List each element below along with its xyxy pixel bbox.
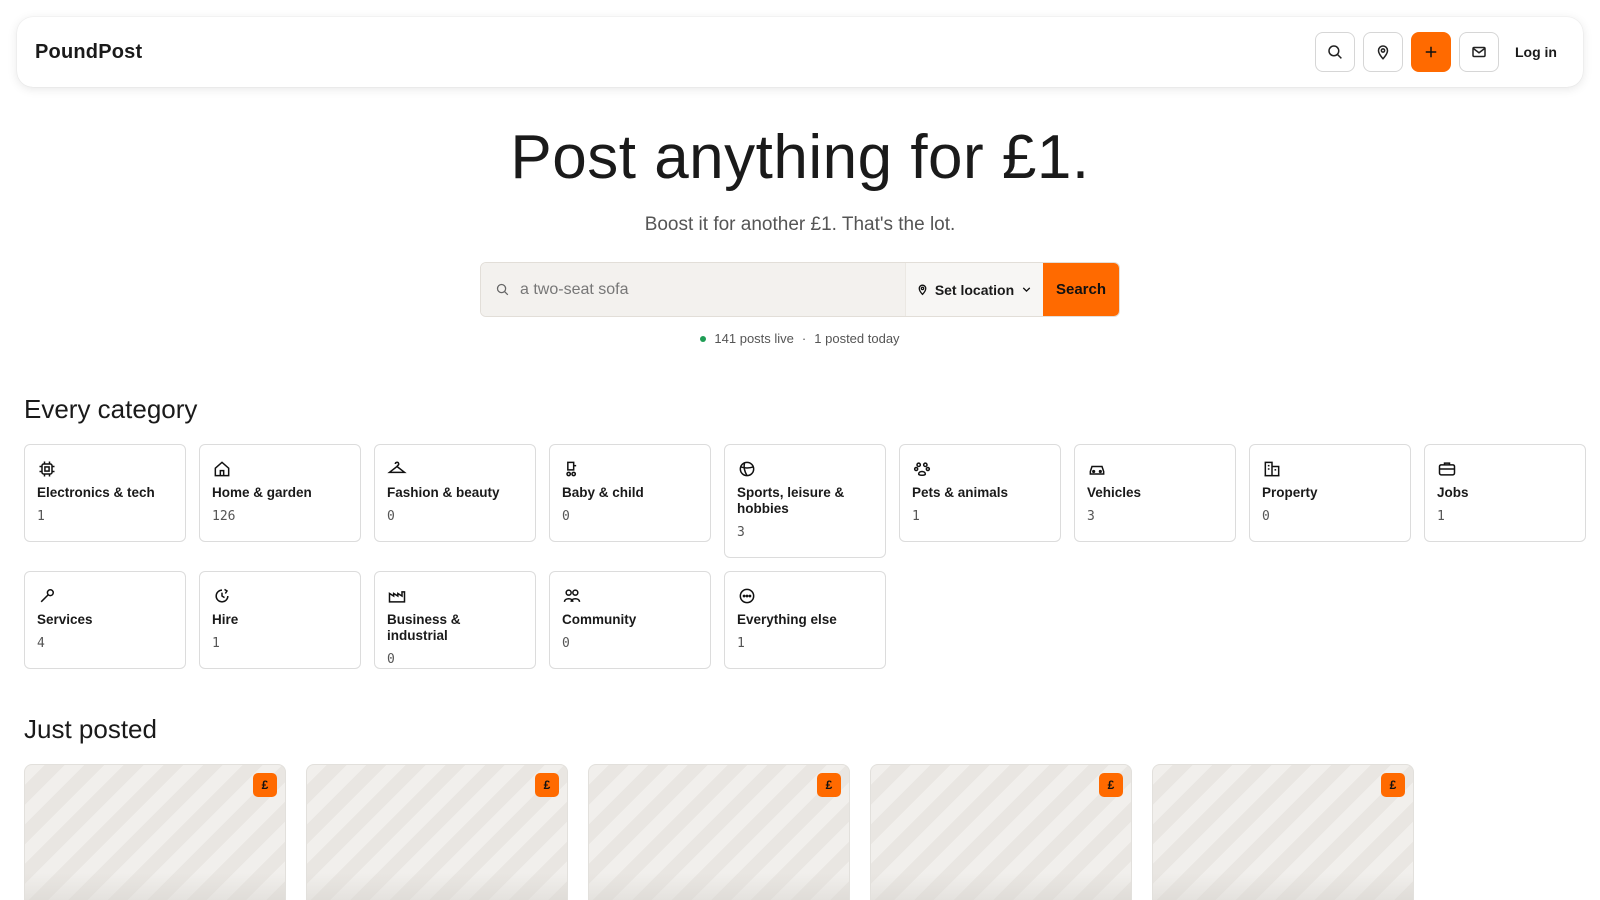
pound-badge: £ <box>535 773 559 797</box>
header-nav: Log in <box>1315 32 1565 72</box>
category-count: 0 <box>1262 509 1270 524</box>
category-name: Fashion & beauty <box>387 485 500 500</box>
category-name: Community <box>562 612 637 627</box>
hero-title: Post anything for £1. <box>510 123 1090 192</box>
messages-button[interactable] <box>1459 32 1499 72</box>
ball-icon <box>739 461 755 477</box>
category-property[interactable]: Property 0 <box>1249 444 1411 542</box>
new-post-button[interactable] <box>1411 32 1451 72</box>
login-link[interactable]: Log in <box>1515 44 1557 60</box>
post-card[interactable]: £ <box>870 764 1132 900</box>
category-count: 0 <box>562 636 570 651</box>
location-button[interactable] <box>1363 32 1403 72</box>
pound-badge: £ <box>1381 773 1405 797</box>
category-jobs[interactable]: Jobs 1 <box>1424 444 1586 542</box>
factory-icon <box>388 591 406 603</box>
search-input[interactable]: a two-seat sofa <box>481 263 905 316</box>
category-count: 0 <box>387 509 395 524</box>
category-count: 0 <box>562 509 570 524</box>
category-community[interactable]: Community 0 <box>549 571 711 669</box>
category-name: Business & industrial <box>387 612 461 643</box>
category-name: Home & garden <box>212 485 312 500</box>
category-home-garden[interactable]: Home & garden 126 <box>199 444 361 542</box>
search-submit-button[interactable]: Search <box>1043 263 1119 316</box>
search-icon <box>496 283 509 296</box>
category-everything-else[interactable]: Everything else 1 <box>724 571 886 669</box>
briefcase-icon <box>1438 462 1456 476</box>
pound-badge: £ <box>1099 773 1123 797</box>
top-bar: PoundPost Log in <box>17 17 1583 87</box>
chevron-down-icon <box>1022 287 1031 293</box>
category-count: 4 <box>37 636 45 651</box>
category-vehicles[interactable]: Vehicles 3 <box>1074 444 1236 542</box>
live-stats: 141 posts live · 1 posted today <box>0 331 1600 346</box>
categories-title: Every category <box>24 394 198 424</box>
category-count: 0 <box>387 652 395 667</box>
category-name: Sports, leisure & hobbies <box>737 485 845 516</box>
hero-subtitle: Boost it for another £1. That's the lot. <box>644 214 956 235</box>
category-count: 1 <box>1437 509 1445 524</box>
category-count: 1 <box>37 509 45 524</box>
map-pin-icon <box>1377 45 1389 60</box>
search-bar: a two-seat sofa Set location Search <box>480 262 1120 317</box>
category-services[interactable]: Services 4 <box>24 571 186 669</box>
search-button[interactable] <box>1315 32 1355 72</box>
house-icon <box>214 461 230 477</box>
category-name: Pets & animals <box>912 485 1009 500</box>
pound-badge: £ <box>817 773 841 797</box>
category-hire[interactable]: Hire 1 <box>199 571 361 669</box>
category-baby-child[interactable]: Baby & child 0 <box>549 444 711 542</box>
hanger-icon <box>387 461 407 474</box>
people-icon <box>563 589 581 603</box>
category-name: Everything else <box>737 612 837 627</box>
category-sports-leisure-hobbies[interactable]: Sports, leisure & hobbies 3 <box>724 444 886 558</box>
category-count: 1 <box>912 509 920 524</box>
category-count: 3 <box>1087 509 1095 524</box>
category-name: Services <box>37 612 93 627</box>
mail-icon <box>1472 46 1486 58</box>
chip-icon <box>39 461 55 477</box>
category-name: Jobs <box>1437 485 1469 500</box>
set-location-label: Set location <box>934 281 1015 298</box>
just-posted-title: Just posted <box>24 714 157 744</box>
ellipsis-icon <box>739 588 755 604</box>
car-icon <box>1089 465 1105 475</box>
category-name: Hire <box>212 612 239 627</box>
category-count: 3 <box>737 525 745 540</box>
category-name: Property <box>1262 485 1318 500</box>
search-placeholder: a two-seat sofa <box>520 280 629 298</box>
category-name: Electronics & tech <box>37 485 155 500</box>
paw-icon <box>913 462 931 476</box>
live-dot-icon <box>700 335 707 342</box>
category-name: Baby & child <box>562 485 644 500</box>
category-count: 126 <box>212 509 236 524</box>
pram-icon <box>566 461 577 477</box>
search-icon <box>1328 45 1342 59</box>
category-name: Vehicles <box>1087 485 1142 500</box>
post-card[interactable]: £ <box>1152 764 1414 900</box>
brand-logo[interactable]: PoundPost <box>35 41 142 64</box>
posts-live-count: 141 posts live <box>714 331 794 346</box>
map-pin-icon <box>918 284 927 296</box>
plus-icon <box>1425 46 1437 58</box>
posted-today-count: 1 posted today <box>814 331 900 346</box>
category-pets-animals[interactable]: Pets & animals 1 <box>899 444 1061 542</box>
category-fashion-beauty[interactable]: Fashion & beauty 0 <box>374 444 536 542</box>
clock-icon <box>215 588 229 603</box>
category-business-industrial[interactable]: Business & industrial 0 <box>374 571 536 669</box>
stats-separator: · <box>801 331 807 346</box>
wrench-icon <box>40 589 54 603</box>
pound-badge: £ <box>253 773 277 797</box>
category-count: 1 <box>737 636 745 651</box>
post-card[interactable]: £ <box>24 764 286 900</box>
category-count: 1 <box>212 636 220 651</box>
post-card[interactable]: £ <box>306 764 568 900</box>
building-icon <box>1264 461 1280 477</box>
set-location-button[interactable]: Set location <box>905 263 1043 316</box>
post-card[interactable]: £ <box>588 764 850 900</box>
category-electronics-tech[interactable]: Electronics & tech 1 <box>24 444 186 542</box>
